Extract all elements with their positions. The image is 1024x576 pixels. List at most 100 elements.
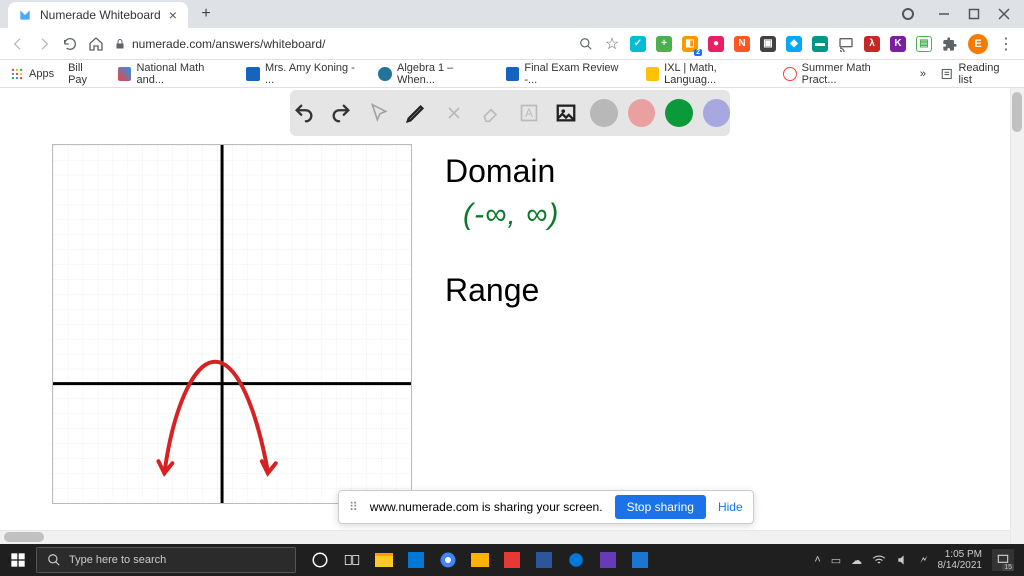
redo-button[interactable] <box>328 99 356 127</box>
stop-sharing-button[interactable]: Stop sharing <box>615 495 706 519</box>
task-chrome-icon[interactable] <box>434 546 462 574</box>
close-window-icon[interactable] <box>998 8 1010 20</box>
text-tool[interactable]: A <box>515 99 543 127</box>
share-grip-icon[interactable]: ⠿ <box>349 500 358 514</box>
bookmark-algebra[interactable]: Algebra 1 – When... <box>378 62 491 86</box>
search-icon <box>47 553 61 567</box>
task-app-purple-icon[interactable] <box>594 546 622 574</box>
ext-icon-5[interactable]: N <box>734 36 750 52</box>
ext-icon-2[interactable]: + <box>656 36 672 52</box>
search-icon[interactable] <box>578 36 594 52</box>
numerade-favicon <box>18 8 32 22</box>
tray-wifi-icon[interactable] <box>872 553 886 567</box>
tools-button[interactable] <box>440 99 468 127</box>
new-tab-button[interactable]: + <box>194 2 218 26</box>
taskbar-search[interactable]: Type here to search <box>36 547 296 573</box>
task-outlook-icon[interactable] <box>402 546 430 574</box>
extension-icons: ✓ + ◧2 ● N ▣ ◆ ▬ λ K ▤ E ⋮ <box>630 34 1014 54</box>
color-gray[interactable] <box>590 99 618 127</box>
account-icon[interactable] <box>902 8 914 20</box>
bookmarks-overflow[interactable]: » <box>920 68 926 80</box>
bookmark-summer-math[interactable]: Summer Math Pract... <box>783 62 906 86</box>
eraser-tool[interactable] <box>478 99 506 127</box>
tray-power-icon[interactable]: 🗲 <box>920 554 927 567</box>
taskview-icon[interactable] <box>338 546 366 574</box>
tab-title: Numerade Whiteboard <box>40 8 161 22</box>
tray-chevron-icon[interactable]: ˄ <box>814 554 820 566</box>
color-green[interactable] <box>665 99 693 127</box>
bookmark-national-math[interactable]: National Math and... <box>118 62 233 86</box>
menu-icon[interactable]: ⋮ <box>998 36 1014 52</box>
screen-share-banner: ⠿ www.numerade.com is sharing your scree… <box>338 490 754 524</box>
hide-banner-button[interactable]: Hide <box>718 500 743 514</box>
ext-icon-4[interactable]: ● <box>708 36 724 52</box>
apps-button[interactable]: Apps <box>10 67 54 81</box>
taskbar-clock[interactable]: 1:05 PM 8/14/2021 <box>938 549 983 571</box>
domain-value: (-∞, ∞) <box>463 198 845 232</box>
ext-icon-1[interactable]: ✓ <box>630 36 646 52</box>
color-lavender[interactable] <box>703 99 731 127</box>
ext-note-icon[interactable]: ▤ <box>916 36 932 52</box>
address-field[interactable]: numerade.com/answers/whiteboard/ <box>114 37 568 51</box>
windows-taskbar: Type here to search ˄ ▭ ☁ 🗲 1:05 PM 8/14… <box>0 544 1024 576</box>
color-pink[interactable] <box>628 99 656 127</box>
task-app-blue-icon[interactable] <box>626 546 654 574</box>
ext-icon-7[interactable]: ◆ <box>786 36 802 52</box>
pointer-tool[interactable] <box>365 99 393 127</box>
taskbar-apps <box>306 544 654 576</box>
window-titlebar: Numerade Whiteboard × + <box>0 0 1024 28</box>
task-app-red-icon[interactable] <box>498 546 526 574</box>
star-icon[interactable]: ☆ <box>604 36 620 52</box>
undo-button[interactable] <box>290 99 318 127</box>
home-button[interactable] <box>88 36 104 52</box>
graph-canvas[interactable] <box>52 144 412 504</box>
task-word-icon[interactable] <box>530 546 558 574</box>
system-tray: ˄ ▭ ☁ 🗲 1:05 PM 8/14/2021 15 <box>814 549 1024 571</box>
task-edge-icon[interactable] <box>562 546 590 574</box>
minimize-icon[interactable] <box>938 8 950 20</box>
url-bar: numerade.com/answers/whiteboard/ ☆ ✓ + ◧… <box>0 28 1024 60</box>
pen-tool[interactable] <box>403 99 431 127</box>
tray-battery-icon[interactable]: ▭ <box>831 554 841 567</box>
bookmark-koning[interactable]: Mrs. Amy Koning - ... <box>246 62 364 86</box>
lock-icon <box>114 38 126 50</box>
ext-k-icon[interactable]: K <box>890 36 906 52</box>
start-button[interactable] <box>0 544 36 576</box>
ext-icon-8[interactable]: ▬ <box>812 36 828 52</box>
task-files-icon[interactable] <box>466 546 494 574</box>
bookmark-bill-pay[interactable]: Bill Pay <box>68 62 104 86</box>
window-controls <box>902 8 1024 20</box>
bookmark-final-exam[interactable]: Final Exam Review -... <box>506 62 632 86</box>
notifications-icon[interactable]: 15 <box>992 549 1014 571</box>
vertical-scrollbar[interactable] <box>1010 88 1024 544</box>
cortana-icon[interactable] <box>306 546 334 574</box>
whiteboard-toolbar: A <box>290 90 730 136</box>
share-text: www.numerade.com is sharing your screen. <box>370 500 603 514</box>
bookmarks-bar: Apps Bill Pay National Math and... Mrs. … <box>0 60 1024 88</box>
url-text: numerade.com/answers/whiteboard/ <box>132 37 325 51</box>
extensions-icon[interactable] <box>942 36 958 52</box>
svg-text:A: A <box>525 107 533 120</box>
forward-button[interactable] <box>36 36 52 52</box>
browser-tab[interactable]: Numerade Whiteboard × <box>8 2 188 28</box>
task-explorer-icon[interactable] <box>370 546 398 574</box>
reading-list-button[interactable]: Reading list <box>940 62 1014 86</box>
profile-avatar[interactable]: E <box>968 34 988 54</box>
horizontal-scrollbar[interactable] <box>0 530 1010 544</box>
reload-button[interactable] <box>62 36 78 52</box>
ext-icon-6[interactable]: ▣ <box>760 36 776 52</box>
cast-icon[interactable] <box>838 36 854 52</box>
back-button[interactable] <box>10 36 26 52</box>
handwriting-area[interactable]: Domain (-∞, ∞) Range <box>445 153 845 453</box>
image-tool[interactable] <box>553 99 581 127</box>
search-placeholder: Type here to search <box>69 554 166 566</box>
close-tab-icon[interactable]: × <box>169 7 177 23</box>
ext-pdf-icon[interactable]: λ <box>864 36 880 52</box>
ext-icon-3[interactable]: ◧2 <box>682 36 698 52</box>
tray-onedrive-icon[interactable]: ☁ <box>851 554 862 567</box>
domain-label: Domain <box>445 153 845 190</box>
page-content: A Domain (-∞, ∞) Ran <box>0 88 1024 544</box>
tray-volume-icon[interactable] <box>896 553 910 567</box>
maximize-icon[interactable] <box>968 8 980 20</box>
bookmark-ixl[interactable]: IXL | Math, Languag... <box>646 62 769 86</box>
